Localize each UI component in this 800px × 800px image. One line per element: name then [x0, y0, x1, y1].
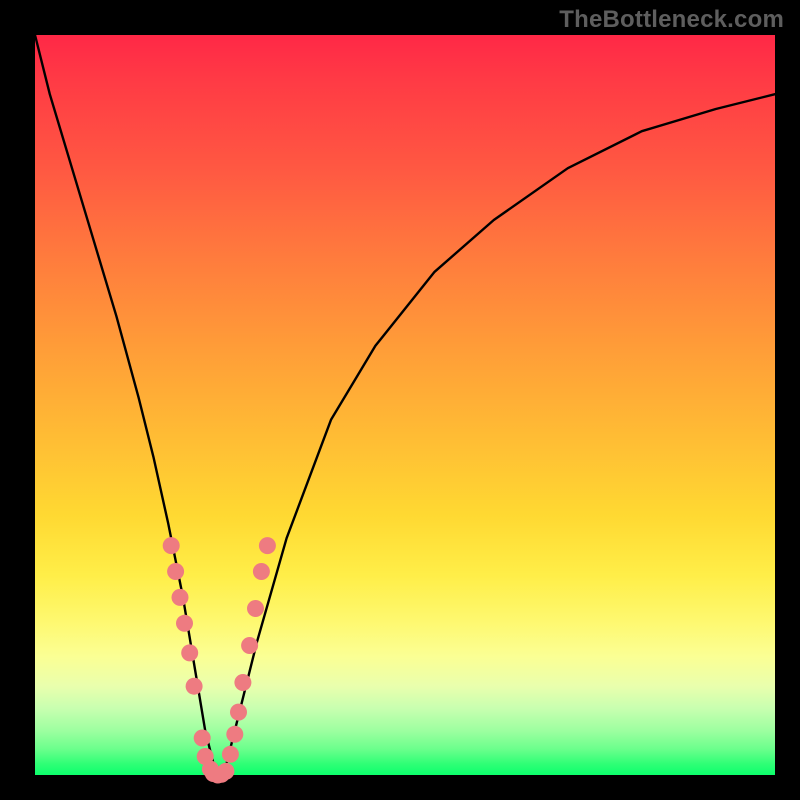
- plot-area: [35, 35, 775, 775]
- chart-frame: TheBottleneck.com: [0, 0, 800, 800]
- watermark-text: TheBottleneck.com: [559, 6, 784, 34]
